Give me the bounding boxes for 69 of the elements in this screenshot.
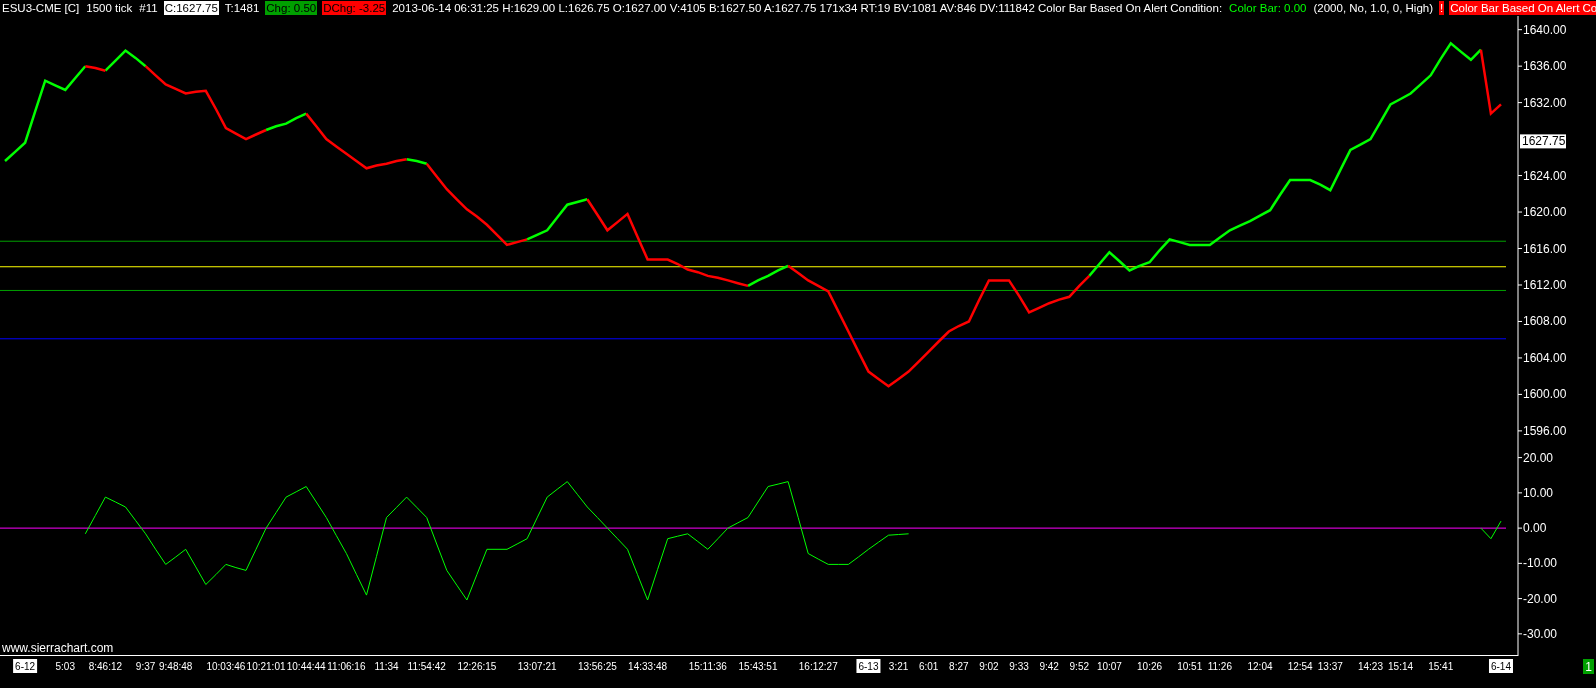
- date-label: 6-14: [1489, 659, 1513, 673]
- axis-label: 12:04: [1247, 661, 1273, 672]
- header-field: DChg: -3.25: [322, 1, 387, 15]
- header-field: #11: [138, 1, 159, 15]
- axis-label: 15:11:36: [688, 661, 727, 672]
- axis-label: 1624.00: [1523, 168, 1567, 183]
- axis-label: 9:42: [1039, 661, 1059, 672]
- header-field: Color Bar: 0.00: [1228, 1, 1308, 15]
- axis-label: 5:03: [55, 661, 75, 672]
- axis-label: 13:56:25: [577, 661, 617, 672]
- axis-label: 0.00: [1523, 521, 1547, 536]
- header-field: C:1627.75: [163, 1, 219, 15]
- axis-label: 1600.00: [1523, 387, 1567, 402]
- axis-label: 8:27: [949, 661, 969, 672]
- axis-label: 13:37: [1317, 661, 1343, 672]
- date-label: 6-12: [13, 659, 38, 673]
- header-field: Color Bar Based On Alert Co: [1449, 1, 1596, 15]
- axis-label: 9:37: [135, 661, 156, 672]
- header-field: 2013-06-14 06:31:25 H:1629.00 L:1626.75 O:1627.00 V:4105 B:1627.50 A:1627.75 171x34 RT:19 BV:1081 AV:846 DV:111842 Color Bar Based On Alert Condition:: [391, 1, 1224, 15]
- axis-label: 1640.00: [1523, 22, 1567, 37]
- axis-label: 12:26:15: [457, 661, 497, 672]
- axis-label: 15:43:51: [738, 661, 778, 672]
- header-field: !: [1439, 1, 1445, 15]
- axis-label: 20.00: [1523, 450, 1554, 465]
- axis-label: 10:07: [1096, 661, 1122, 672]
- axis-label: 1608.00: [1523, 314, 1567, 329]
- axis-label: 11:54:42: [407, 661, 446, 672]
- header-field: 1500 tick: [85, 1, 134, 15]
- axis-label: 3:21: [888, 661, 909, 672]
- axis-label: 10:51: [1177, 661, 1203, 672]
- status-badge: 1: [1583, 659, 1594, 674]
- axis-label: 11:34: [374, 661, 399, 672]
- axis-label: 14:23: [1357, 661, 1383, 672]
- axis-label: 15:14: [1388, 661, 1414, 672]
- axis-label: 6:01: [918, 661, 939, 672]
- axis-label: 9:33: [1009, 661, 1029, 672]
- axis-label: 1612.00: [1523, 278, 1567, 292]
- axis-label: 1632.00: [1523, 95, 1567, 110]
- axis-label: 1596.00: [1523, 423, 1567, 438]
- header-field: (2000, No, 1.0, 0, High): [1312, 1, 1434, 15]
- axis-label: 9:48:48: [159, 661, 193, 672]
- header-field: ESU3-CME [C]: [1, 1, 81, 15]
- axis-label: 16:12:27: [798, 661, 838, 672]
- axis-label: 14:33:48: [628, 661, 668, 672]
- axis-label: 9:52: [1069, 661, 1090, 672]
- axis-label: 8:46:12: [88, 661, 123, 672]
- axis-label: 11:26: [1207, 661, 1232, 672]
- axis-label: 10:03:46: [206, 661, 246, 672]
- axis-label: 10:26: [1137, 661, 1163, 672]
- axis-label: 1620.00: [1523, 205, 1567, 220]
- axis-label: 11:06:16: [327, 661, 366, 672]
- axis-label: 10:44:44: [286, 661, 326, 672]
- axis-label: -10.00: [1523, 556, 1558, 571]
- axis-label: 15:41: [1428, 661, 1454, 672]
- website-text: www.sierrachart.com: [2, 641, 114, 655]
- axis-label: 12:54: [1287, 661, 1313, 672]
- axis-label: 1636.00: [1523, 59, 1567, 74]
- axis-label: -20.00: [1523, 591, 1558, 606]
- axis-label: 1616.00: [1523, 241, 1567, 256]
- header-field: T:1481: [223, 1, 261, 15]
- axis-label: 13:07:21: [517, 661, 557, 672]
- date-label: 6-13: [856, 659, 881, 673]
- axis-label: 10.00: [1523, 485, 1554, 500]
- axis-label: 10:21:01: [246, 661, 286, 672]
- axis-label: 1604.00: [1523, 350, 1567, 365]
- axis-label: 9:02: [979, 661, 999, 672]
- header-field: Chg: 0.50: [265, 1, 318, 15]
- axis-label: -30.00: [1523, 626, 1558, 641]
- current-price-label: 1627.75: [1520, 134, 1566, 149]
